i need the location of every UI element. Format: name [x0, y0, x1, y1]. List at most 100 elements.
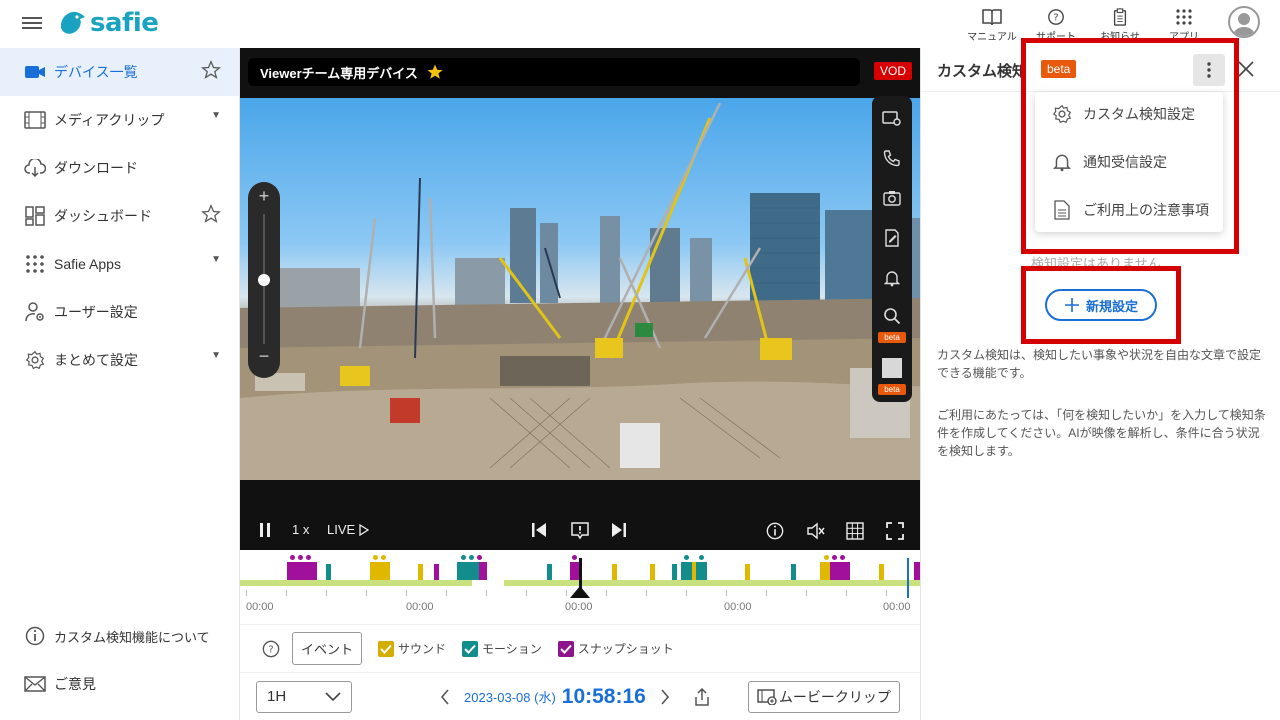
sound-filter-checkbox[interactable]: サウンド — [378, 640, 446, 657]
apps-grid-icon — [1176, 9, 1192, 25]
sound-event[interactable] — [418, 564, 423, 580]
current-time[interactable]: 10:58:16 — [562, 685, 646, 709]
mail-icon — [24, 673, 46, 695]
zoom-knob[interactable] — [258, 274, 270, 286]
sound-event[interactable] — [692, 562, 696, 580]
info-button[interactable] — [766, 522, 784, 540]
motion-filter-checkbox[interactable]: モーション — [462, 640, 542, 657]
sidebar-item-feedback[interactable]: ご意見 — [0, 660, 240, 708]
sound-event[interactable] — [879, 564, 884, 580]
next-day-button[interactable] — [660, 688, 670, 705]
grid-view-button[interactable] — [846, 522, 864, 540]
snapshot-event[interactable] — [830, 562, 850, 580]
timeline-tick-label: 00:00 — [406, 601, 434, 613]
menu-item-notification-settings[interactable]: 通知受信設定 — [1035, 138, 1223, 186]
timeline-tick — [846, 590, 847, 596]
movie-clip-icon — [757, 688, 777, 705]
event-button[interactable]: イベント — [292, 632, 363, 665]
prev-day-button[interactable] — [440, 688, 450, 705]
timeline-tick — [286, 590, 287, 596]
sidebar-item-devices[interactable]: デバイス一覧 — [0, 48, 239, 96]
zoom-out-icon[interactable]: − — [248, 346, 280, 367]
event-dot — [699, 555, 704, 560]
camera-feed-image[interactable] — [240, 98, 920, 480]
document-icon — [1051, 199, 1073, 221]
sidebar-item-bulk-settings[interactable]: まとめて設定 ▼ — [0, 336, 239, 384]
sidebar-item-label: ご意見 — [54, 676, 96, 692]
sidebar-item-label: カスタム検知機能について — [54, 629, 210, 645]
sound-event[interactable] — [370, 562, 390, 580]
snapshot-event[interactable] — [287, 562, 317, 580]
playhead-base-icon — [570, 586, 590, 598]
motion-event[interactable] — [672, 564, 677, 580]
book-icon — [982, 9, 1002, 26]
safie-bird-icon — [60, 11, 85, 34]
event-marker-button[interactable] — [570, 522, 590, 540]
zoom-in-icon[interactable]: + — [248, 186, 280, 207]
sound-event[interactable] — [612, 564, 617, 580]
motion-event[interactable] — [457, 562, 479, 580]
avatar[interactable] — [1228, 6, 1260, 38]
star-icon[interactable] — [201, 60, 221, 83]
sound-event[interactable] — [650, 564, 655, 580]
camera-settings-button[interactable] — [872, 98, 912, 138]
help-icon[interactable]: ? — [262, 640, 280, 658]
menu-icon[interactable] — [22, 14, 42, 32]
snapshot-event[interactable] — [479, 562, 487, 580]
timeline-tick — [526, 590, 527, 596]
snapshot-filter-checkbox[interactable]: スナップショット — [557, 640, 674, 657]
previous-button[interactable] — [530, 522, 548, 538]
timeline-tick-label: 00:00 — [883, 601, 911, 613]
report-button[interactable] — [872, 218, 912, 258]
fullscreen-button[interactable] — [886, 522, 904, 540]
snapshot-event[interactable] — [434, 564, 439, 580]
sidebar-item-label: メディアクリップ — [54, 112, 165, 128]
custom-detection-button[interactable] — [872, 296, 912, 336]
close-button[interactable] — [1237, 60, 1255, 78]
motion-event[interactable] — [326, 564, 331, 580]
chevron-down-icon: ▼ — [211, 254, 221, 265]
new-setting-button[interactable]: 新規設定 — [1045, 289, 1157, 321]
current-date[interactable]: 2023-03-08 (水) — [464, 687, 556, 706]
sidebar-item-about-custom-detection[interactable]: カスタム検知機能について — [0, 612, 240, 660]
close-icon — [1238, 61, 1254, 77]
star-icon[interactable] — [201, 204, 221, 227]
apps-button[interactable]: アプリ — [1152, 0, 1216, 48]
sidebar-item-dashboard[interactable]: ダッシュボード — [0, 192, 239, 240]
menu-item-custom-detection-settings[interactable]: カスタム検知設定 — [1035, 90, 1223, 138]
sound-event[interactable] — [745, 564, 750, 580]
call-button[interactable] — [872, 138, 912, 178]
range-select[interactable]: 1H — [256, 680, 352, 713]
ai-app-button[interactable] — [872, 348, 912, 388]
manual-button[interactable]: マニュアル — [960, 0, 1024, 48]
pause-button[interactable] — [258, 522, 272, 538]
motion-event[interactable] — [547, 564, 552, 580]
event-dot — [684, 555, 689, 560]
sidebar-item-safie-apps[interactable]: Safie Apps ▼ — [0, 240, 239, 288]
next-button[interactable] — [610, 522, 628, 538]
support-button[interactable]: ? サポート — [1024, 0, 1088, 48]
notice-button[interactable]: お知らせ — [1088, 0, 1152, 48]
menu-item-label: 通知受信設定 — [1083, 154, 1167, 170]
safie-logo[interactable]: safie — [58, 8, 159, 38]
sidebar-item-user-settings[interactable]: ユーザー設定 — [0, 288, 239, 336]
motion-event[interactable] — [791, 564, 796, 580]
timeline-tick — [486, 590, 487, 596]
menu-item-usage-notes[interactable]: ご利用上の注意事項 — [1035, 186, 1223, 234]
zoom-slider[interactable]: + − — [248, 182, 280, 378]
sidebar-item-label: ダウンロード — [54, 160, 138, 176]
options-menu: カスタム検知設定 通知受信設定 ご利用上の注意事項 — [1035, 92, 1223, 232]
more-options-button[interactable] — [1193, 54, 1225, 86]
sidebar-item-download[interactable]: ダウンロード — [0, 144, 239, 192]
share-button[interactable] — [694, 687, 710, 706]
movie-clip-button[interactable]: ムービークリップ — [747, 680, 900, 713]
star-filled-icon[interactable] — [426, 63, 444, 81]
live-button[interactable]: LIVE — [327, 522, 370, 537]
event-timeline[interactable]: 00:00 00:00 00:00 00:00 00:00 — [240, 550, 920, 624]
speed-button[interactable]: 1 x — [292, 522, 309, 537]
sidebar-item-media-clip[interactable]: メディアクリップ ▼ — [0, 96, 239, 144]
notification-button[interactable] — [872, 258, 912, 298]
mute-button[interactable] — [806, 522, 826, 540]
snapshot-button[interactable] — [872, 178, 912, 218]
sound-event[interactable] — [820, 562, 830, 580]
